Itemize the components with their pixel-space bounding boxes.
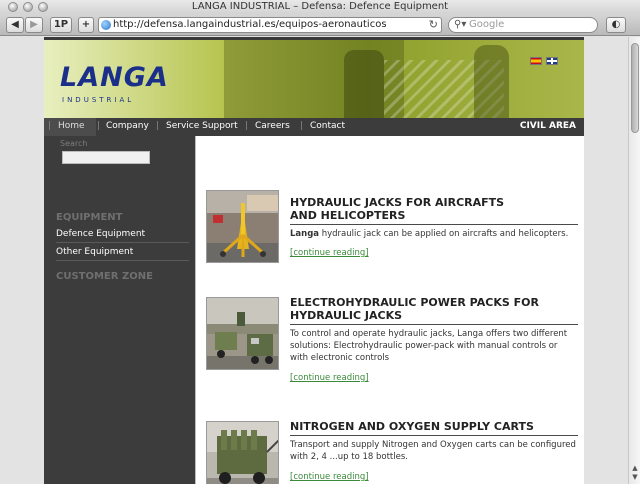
article-body: Langa hydraulic jack can be applied on a… xyxy=(290,228,578,240)
search-field[interactable]: ⚲▾ Google xyxy=(448,17,598,33)
globe-icon xyxy=(101,20,111,30)
add-bookmark-button[interactable]: + xyxy=(78,17,94,33)
article-title-line1: ELECTROHYDRAULIC POWER PACKS FOR xyxy=(290,296,539,309)
continue-reading-link[interactable]: [continue reading] xyxy=(290,472,369,482)
spanish-flag-icon[interactable] xyxy=(530,57,542,65)
nav-separator: | xyxy=(300,121,304,131)
nav-separator: | xyxy=(245,121,249,131)
onepassword-button[interactable]: 1P xyxy=(50,17,72,33)
article-body-bold: Langa xyxy=(290,229,320,239)
logo-subtitle: INDUSTRIAL xyxy=(62,96,135,104)
url-text: http://defensa.langaindustrial.es/equipo… xyxy=(113,19,387,30)
main-nav: | Home | Company | Service Support | Car… xyxy=(44,118,584,136)
sidebar: Search EQUIPMENT Defence Equipment Other… xyxy=(44,136,195,484)
page-viewport: LANGA INDUSTRIAL | Home | Company | Serv… xyxy=(0,37,628,484)
forward-button[interactable]: ▶ xyxy=(25,17,43,33)
back-arrow-icon: ◀ xyxy=(11,19,19,30)
sidebar-heading-customer-zone[interactable]: CUSTOMER ZONE xyxy=(56,271,153,282)
article-title[interactable]: HYDRAULIC JACKS FOR AIRCRAFTS AND HELICO… xyxy=(290,196,578,225)
preferences-button[interactable]: ◐ xyxy=(606,17,626,33)
main-content: HYDRAULIC JACKS FOR AIRCRAFTS AND HELICO… xyxy=(195,136,584,484)
sidebar-item-defence-equipment[interactable]: Defence Equipment xyxy=(56,226,189,243)
gear-icon: ◐ xyxy=(611,19,621,30)
language-flags xyxy=(530,57,562,67)
search-placeholder: Google xyxy=(469,19,505,30)
magnifier-icon: ⚲▾ xyxy=(454,19,467,30)
english-flag-icon[interactable] xyxy=(546,57,558,65)
site-header-banner: LANGA INDUSTRIAL xyxy=(44,37,584,118)
sidebar-search-label: Search xyxy=(60,139,88,148)
nav-separator: | xyxy=(156,121,160,131)
logo-wordmark: LANGA xyxy=(60,62,169,93)
article-body: To control and operate hydraulic jacks, … xyxy=(290,329,568,363)
sidebar-heading-equipment: EQUIPMENT xyxy=(56,212,123,223)
nav-separator: | xyxy=(48,121,52,131)
article-title[interactable]: ELECTROHYDRAULIC POWER PACKS FOR HYDRAUL… xyxy=(290,296,578,325)
scroll-arrows[interactable]: ▲ ▼ xyxy=(630,464,640,482)
langa-logo[interactable]: LANGA INDUSTRIAL xyxy=(60,62,180,107)
article-title-line2: AND HELICOPTERS xyxy=(290,209,406,222)
scroll-up-arrow-icon[interactable]: ▲ xyxy=(632,464,637,472)
sidebar-item-other-equipment[interactable]: Other Equipment xyxy=(56,244,189,261)
article-title[interactable]: NITROGEN AND OXYGEN SUPPLY CARTS xyxy=(290,420,578,436)
article-thumbnail[interactable] xyxy=(206,190,279,263)
reload-icon[interactable]: ↻ xyxy=(429,18,438,32)
nav-home[interactable]: Home xyxy=(58,121,85,131)
banner-photo-figure xyxy=(344,50,384,118)
nav-civil-area[interactable]: CIVIL AREA xyxy=(520,121,576,131)
article-body-text: hydraulic jack can be applied on aircraf… xyxy=(319,229,569,239)
site-container: LANGA INDUSTRIAL | Home | Company | Serv… xyxy=(44,37,584,484)
banner-photo-figure xyxy=(474,45,509,118)
continue-reading-link[interactable]: [continue reading] xyxy=(290,373,369,383)
window-titlebar: LANGA INDUSTRIAL – Defensa: Defence Equi… xyxy=(0,0,640,14)
back-button[interactable]: ◀ xyxy=(6,17,24,33)
article-thumbnail[interactable] xyxy=(206,421,279,484)
article-title-line1: NITROGEN AND OXYGEN SUPPLY CARTS xyxy=(290,420,534,433)
continue-reading-link[interactable]: [continue reading] xyxy=(290,248,369,258)
nav-separator: | xyxy=(97,121,101,131)
nav-company[interactable]: Company xyxy=(106,121,149,131)
scrollbar-thumb[interactable] xyxy=(631,43,639,133)
forward-arrow-icon: ▶ xyxy=(30,19,38,30)
scroll-down-arrow-icon[interactable]: ▼ xyxy=(632,473,637,481)
article-title-line1: HYDRAULIC JACKS FOR AIRCRAFTS xyxy=(290,196,505,209)
vertical-scrollbar[interactable]: ▲ ▼ xyxy=(628,37,640,484)
supply-cart-photo xyxy=(207,422,278,484)
article-title-line2: HYDRAULIC JACKS xyxy=(290,309,403,322)
article-thumbnail[interactable] xyxy=(206,297,279,370)
sidebar-search-input[interactable] xyxy=(62,151,150,164)
browser-toolbar: ◀ ▶ 1P + http://defensa.langaindustrial.… xyxy=(0,14,640,36)
hydraulic-jack-photo xyxy=(207,191,278,262)
power-pack-photo xyxy=(207,298,278,369)
nav-careers[interactable]: Careers xyxy=(255,121,290,131)
nav-service-support[interactable]: Service Support xyxy=(166,121,238,131)
article-body: Transport and supply Nitrogen and Oxygen… xyxy=(290,440,576,462)
nav-contact[interactable]: Contact xyxy=(310,121,345,131)
url-field[interactable]: http://defensa.langaindustrial.es/equipo… xyxy=(98,17,442,33)
window-title: LANGA INDUSTRIAL – Defensa: Defence Equi… xyxy=(191,1,449,12)
